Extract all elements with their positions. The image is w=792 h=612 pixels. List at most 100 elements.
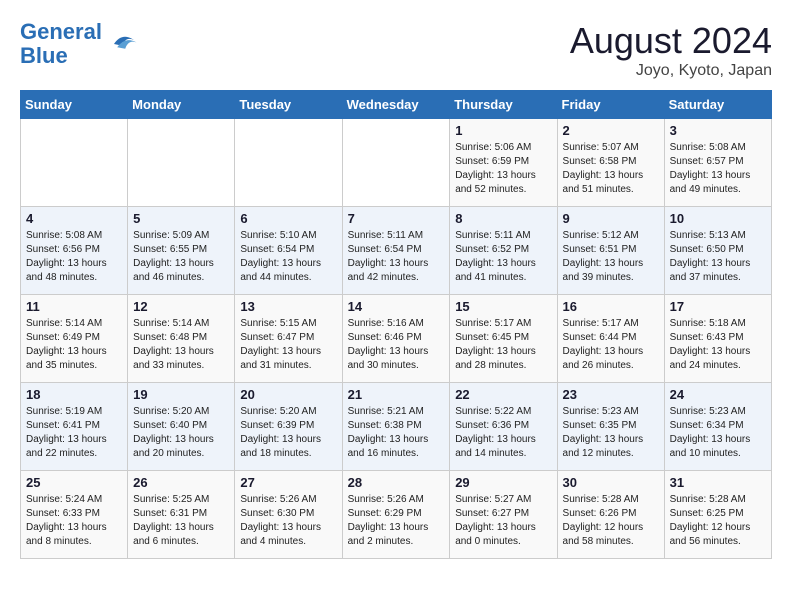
day-info: Sunrise: 5:09 AM Sunset: 6:55 PM Dayligh… — [133, 229, 229, 285]
day-number: 21 — [348, 387, 445, 402]
day-info: Sunrise: 5:20 AM Sunset: 6:39 PM Dayligh… — [240, 405, 336, 461]
calendar-cell — [128, 119, 235, 207]
day-info: Sunrise: 5:20 AM Sunset: 6:40 PM Dayligh… — [133, 405, 229, 461]
calendar-cell: 10Sunrise: 5:13 AM Sunset: 6:50 PM Dayli… — [664, 207, 771, 295]
calendar-cell: 22Sunrise: 5:22 AM Sunset: 6:36 PM Dayli… — [450, 383, 557, 471]
calendar-cell: 17Sunrise: 5:18 AM Sunset: 6:43 PM Dayli… — [664, 295, 771, 383]
calendar-cell: 4 Sunrise: 5:08 AM Sunset: 6:56 PM Daylig… — [21, 207, 128, 295]
calendar-cell: 19Sunrise: 5:20 AM Sunset: 6:40 PM Dayli… — [128, 383, 235, 471]
calendar-cell: 28 Sunrise: 5:26 AM Sunset: 6:29 PM Dayli… — [342, 471, 450, 559]
day-number: 11 — [26, 299, 122, 314]
calendar-week-row: 4 Sunrise: 5:08 AM Sunset: 6:56 PM Daylig… — [21, 207, 772, 295]
calendar-cell: 26 Sunrise: 5:25 AM Sunset: 6:31 PM Dayli… — [128, 471, 235, 559]
calendar-cell — [235, 119, 342, 207]
day-number: 23 — [563, 387, 659, 402]
weekday-header-saturday: Saturday — [664, 91, 771, 119]
day-info: Sunrise: 5:24 AM Sunset: 6:33 PM Dayligh… — [26, 493, 122, 549]
day-info: Sunrise: 5:08 AM Sunset: 6:57 PM Dayligh… — [670, 141, 766, 197]
location: Joyo, Kyoto, Japan — [570, 62, 772, 80]
day-number: 18 — [26, 387, 122, 402]
day-info: Sunrise: 5:26 AM Sunset: 6:29 PM Dayligh… — [348, 493, 445, 549]
day-number: 28 — [348, 475, 445, 490]
day-number: 29 — [455, 475, 551, 490]
day-number: 9 — [563, 211, 659, 226]
weekday-header-tuesday: Tuesday — [235, 91, 342, 119]
day-info: Sunrise: 5:28 AM Sunset: 6:26 PM Dayligh… — [563, 493, 659, 549]
day-number: 24 — [670, 387, 766, 402]
day-info: Sunrise: 5:08 AM Sunset: 6:56 PM Dayligh… — [26, 229, 122, 285]
day-info: Sunrise: 5:16 AM Sunset: 6:46 PM Dayligh… — [348, 317, 445, 373]
calendar-table: SundayMondayTuesdayWednesdayThursdayFrid… — [20, 90, 772, 559]
day-info: Sunrise: 5:06 AM Sunset: 6:59 PM Dayligh… — [455, 141, 551, 197]
day-info: Sunrise: 5:17 AM Sunset: 6:45 PM Dayligh… — [455, 317, 551, 373]
day-info: Sunrise: 5:22 AM Sunset: 6:36 PM Dayligh… — [455, 405, 551, 461]
day-number: 8 — [455, 211, 551, 226]
day-info: Sunrise: 5:15 AM Sunset: 6:47 PM Dayligh… — [240, 317, 336, 373]
calendar-cell: 18 Sunrise: 5:19 AM Sunset: 6:41 PM Dayli… — [21, 383, 128, 471]
day-info: Sunrise: 5:14 AM Sunset: 6:48 PM Dayligh… — [133, 317, 229, 373]
logo-icon — [106, 28, 138, 60]
calendar-week-row: 1 Sunrise: 5:06 AM Sunset: 6:59 PM Daylig… — [21, 119, 772, 207]
logo: GeneralBlue — [20, 20, 138, 68]
day-number: 13 — [240, 299, 336, 314]
day-number: 5 — [133, 211, 229, 226]
day-info: Sunrise: 5:23 AM Sunset: 6:35 PM Dayligh… — [563, 405, 659, 461]
day-number: 26 — [133, 475, 229, 490]
calendar-cell: 31 Sunrise: 5:28 AM Sunset: 6:25 PM Dayli… — [664, 471, 771, 559]
calendar-cell: 25 Sunrise: 5:24 AM Sunset: 6:33 PM Dayli… — [21, 471, 128, 559]
calendar-cell: 3 Sunrise: 5:08 AM Sunset: 6:57 PM Daylig… — [664, 119, 771, 207]
calendar-cell: 12 Sunrise: 5:14 AM Sunset: 6:48 PM Dayli… — [128, 295, 235, 383]
calendar-cell: 8Sunrise: 5:11 AM Sunset: 6:52 PM Daylig… — [450, 207, 557, 295]
calendar-week-row: 11Sunrise: 5:14 AM Sunset: 6:49 PM Dayli… — [21, 295, 772, 383]
day-number: 25 — [26, 475, 122, 490]
day-info: Sunrise: 5:28 AM Sunset: 6:25 PM Dayligh… — [670, 493, 766, 549]
page-header: GeneralBlue August 2024 Joyo, Kyoto, Jap… — [20, 20, 772, 80]
title-block: August 2024 Joyo, Kyoto, Japan — [570, 20, 772, 80]
weekday-header-row: SundayMondayTuesdayWednesdayThursdayFrid… — [21, 91, 772, 119]
calendar-week-row: 25 Sunrise: 5:24 AM Sunset: 6:33 PM Dayli… — [21, 471, 772, 559]
day-number: 30 — [563, 475, 659, 490]
weekday-header-sunday: Sunday — [21, 91, 128, 119]
calendar-week-row: 18 Sunrise: 5:19 AM Sunset: 6:41 PM Dayli… — [21, 383, 772, 471]
day-info: Sunrise: 5:10 AM Sunset: 6:54 PM Dayligh… — [240, 229, 336, 285]
day-info: Sunrise: 5:17 AM Sunset: 6:44 PM Dayligh… — [563, 317, 659, 373]
day-number: 17 — [670, 299, 766, 314]
day-number: 20 — [240, 387, 336, 402]
calendar-cell: 14Sunrise: 5:16 AM Sunset: 6:46 PM Dayli… — [342, 295, 450, 383]
day-info: Sunrise: 5:11 AM Sunset: 6:54 PM Dayligh… — [348, 229, 445, 285]
day-number: 1 — [455, 123, 551, 138]
day-number: 16 — [563, 299, 659, 314]
day-info: Sunrise: 5:26 AM Sunset: 6:30 PM Dayligh… — [240, 493, 336, 549]
day-number: 6 — [240, 211, 336, 226]
calendar-cell: 5 Sunrise: 5:09 AM Sunset: 6:55 PM Daylig… — [128, 207, 235, 295]
calendar-cell: 30 Sunrise: 5:28 AM Sunset: 6:26 PM Dayli… — [557, 471, 664, 559]
calendar-cell: 29 Sunrise: 5:27 AM Sunset: 6:27 PM Dayli… — [450, 471, 557, 559]
calendar-cell: 16 Sunrise: 5:17 AM Sunset: 6:44 PM Dayli… — [557, 295, 664, 383]
calendar-cell: 9Sunrise: 5:12 AM Sunset: 6:51 PM Daylig… — [557, 207, 664, 295]
calendar-cell: 24Sunrise: 5:23 AM Sunset: 6:34 PM Dayli… — [664, 383, 771, 471]
calendar-cell: 20 Sunrise: 5:20 AM Sunset: 6:39 PM Dayli… — [235, 383, 342, 471]
day-number: 27 — [240, 475, 336, 490]
day-info: Sunrise: 5:19 AM Sunset: 6:41 PM Dayligh… — [26, 405, 122, 461]
calendar-cell: 1 Sunrise: 5:06 AM Sunset: 6:59 PM Daylig… — [450, 119, 557, 207]
day-info: Sunrise: 5:25 AM Sunset: 6:31 PM Dayligh… — [133, 493, 229, 549]
calendar-cell: 2 Sunrise: 5:07 AM Sunset: 6:58 PM Daylig… — [557, 119, 664, 207]
month-year: August 2024 — [570, 20, 772, 62]
calendar-cell: 15Sunrise: 5:17 AM Sunset: 6:45 PM Dayli… — [450, 295, 557, 383]
day-info: Sunrise: 5:07 AM Sunset: 6:58 PM Dayligh… — [563, 141, 659, 197]
day-number: 10 — [670, 211, 766, 226]
day-info: Sunrise: 5:27 AM Sunset: 6:27 PM Dayligh… — [455, 493, 551, 549]
day-number: 4 — [26, 211, 122, 226]
day-number: 12 — [133, 299, 229, 314]
day-number: 31 — [670, 475, 766, 490]
weekday-header-monday: Monday — [128, 91, 235, 119]
logo-text: GeneralBlue — [20, 20, 102, 68]
day-number: 3 — [670, 123, 766, 138]
weekday-header-friday: Friday — [557, 91, 664, 119]
weekday-header-thursday: Thursday — [450, 91, 557, 119]
calendar-cell: 13 Sunrise: 5:15 AM Sunset: 6:47 PM Dayli… — [235, 295, 342, 383]
calendar-cell: 11Sunrise: 5:14 AM Sunset: 6:49 PM Dayli… — [21, 295, 128, 383]
weekday-header-wednesday: Wednesday — [342, 91, 450, 119]
calendar-cell: 21Sunrise: 5:21 AM Sunset: 6:38 PM Dayli… — [342, 383, 450, 471]
day-number: 2 — [563, 123, 659, 138]
